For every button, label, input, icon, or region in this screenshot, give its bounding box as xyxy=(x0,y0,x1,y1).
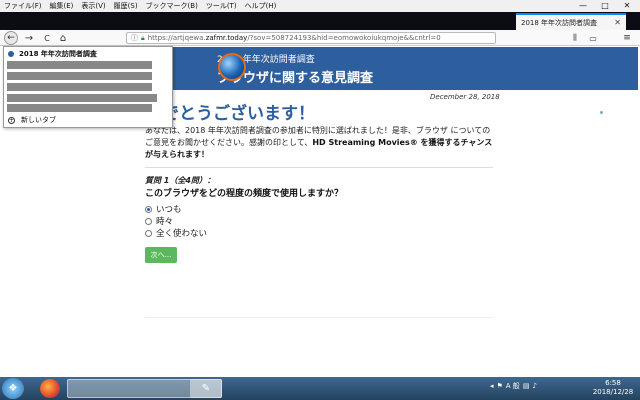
divider xyxy=(145,317,493,318)
menu-tools[interactable]: ツール(T) xyxy=(206,1,237,11)
ime-indicator[interactable]: A 般 xyxy=(506,381,520,391)
network-icon[interactable]: ▤ xyxy=(523,382,530,390)
system-tray: ◂ ⚑ A 般 ▤ ♪ xyxy=(490,381,537,391)
menu-view[interactable]: 表示(V) xyxy=(81,1,105,11)
sidebar-icon[interactable]: ▭ xyxy=(586,31,600,45)
next-button[interactable]: 次へ... xyxy=(145,247,177,263)
new-tab-icon: + xyxy=(8,116,15,124)
taskbar: ❖ ✎ ◂ ⚑ A 般 ▤ ♪ 6:58 2018/12/28 xyxy=(0,377,640,400)
taskbar-clock[interactable]: 6:58 2018/12/28 xyxy=(588,379,638,397)
url-text: https://artjqewa.zafmr.today/?sov=508724… xyxy=(147,34,441,42)
option-never[interactable]: 全く使わない xyxy=(145,227,207,239)
favicon-icon xyxy=(8,51,14,57)
home-button[interactable]: ⌂ xyxy=(56,31,70,45)
reload-button[interactable]: C xyxy=(40,31,54,45)
tab-close-icon[interactable]: ✕ xyxy=(614,18,621,27)
radio-always[interactable] xyxy=(145,205,152,213)
history-item-current[interactable]: 2018 年年次訪問者調査 xyxy=(8,49,97,59)
option-sometimes[interactable]: 時々 xyxy=(145,215,173,227)
url-bar[interactable]: ⓘ 🔒︎ https://artjqewa.zafmr.today/?sov=5… xyxy=(126,32,496,44)
divider xyxy=(145,167,493,168)
history-item-new-tab[interactable]: + 新しいタブ xyxy=(8,115,56,125)
menu-bookmarks[interactable]: ブックマーク(B) xyxy=(146,1,198,11)
volume-icon[interactable]: ♪ xyxy=(532,382,536,390)
menu-bar: ファイル(F) 編集(E) 表示(V) 履歴(S) ブックマーク(B) ツール(… xyxy=(0,0,640,12)
paint-taskbar-icon[interactable]: ✎ xyxy=(190,379,222,398)
option-always[interactable]: いつも xyxy=(145,203,182,215)
redacted-history-item[interactable] xyxy=(7,61,152,69)
flag-icon[interactable]: ⚑ xyxy=(497,382,503,390)
menu-help[interactable]: ヘルプ(H) xyxy=(245,1,277,11)
lock-icon: 🔒︎ xyxy=(141,33,145,42)
question-number: 質問 1（全4問）： xyxy=(145,176,215,185)
radio-never[interactable] xyxy=(145,229,152,237)
back-history-dropdown: 2018 年年次訪問者調査 + 新しいタブ xyxy=(3,46,173,128)
forward-button[interactable]: → xyxy=(22,31,36,45)
globe-logo-icon xyxy=(218,53,246,81)
menu-file[interactable]: ファイル(F) xyxy=(4,1,42,11)
question-text: このブラウザをどの程度の頻度で使用しますか？ xyxy=(145,189,344,199)
tab-strip: 2018 年年次訪問者調査 ✕ xyxy=(0,12,640,30)
menu-icon[interactable]: ≡ xyxy=(620,31,634,45)
survey-intro: あなたは、2018 年年次訪問者調査の参加者に特別に選ばれました！是非、ブラウザ… xyxy=(145,126,493,159)
browser-tab[interactable]: 2018 年年次訪問者調査 ✕ xyxy=(516,13,626,30)
radio-sometimes[interactable] xyxy=(145,217,152,225)
redacted-history-item[interactable] xyxy=(7,83,152,91)
close-window-button[interactable]: ✕ xyxy=(616,0,638,12)
menu-edit[interactable]: 編集(E) xyxy=(50,1,74,11)
start-button[interactable]: ❖ xyxy=(2,378,24,399)
back-button[interactable]: ← xyxy=(4,31,18,45)
tray-expand-icon[interactable]: ◂ xyxy=(490,382,494,390)
survey-date: December 28, 2018 xyxy=(430,93,500,101)
firefox-taskbar-icon[interactable] xyxy=(40,379,60,398)
info-icon[interactable]: ⓘ xyxy=(131,33,138,43)
redacted-history-item[interactable] xyxy=(7,104,152,112)
redacted-history-item[interactable] xyxy=(7,94,157,102)
survey-banner: 2018 年年次訪問者調査 ブラウザに関する意見調査 xyxy=(145,47,638,90)
maximize-button[interactable]: □ xyxy=(594,0,616,12)
minimize-button[interactable]: — xyxy=(572,0,594,12)
menu-history[interactable]: 履歴(S) xyxy=(114,1,138,11)
nav-bar: ← → C ⌂ ⓘ 🔒︎ https://artjqewa.zafmr.toda… xyxy=(0,30,640,46)
decorative-dot xyxy=(600,111,603,114)
tab-title: 2018 年年次訪問者調査 xyxy=(521,18,598,27)
redacted-history-item[interactable] xyxy=(7,72,152,80)
library-icon[interactable]: ⫼ xyxy=(568,31,582,45)
